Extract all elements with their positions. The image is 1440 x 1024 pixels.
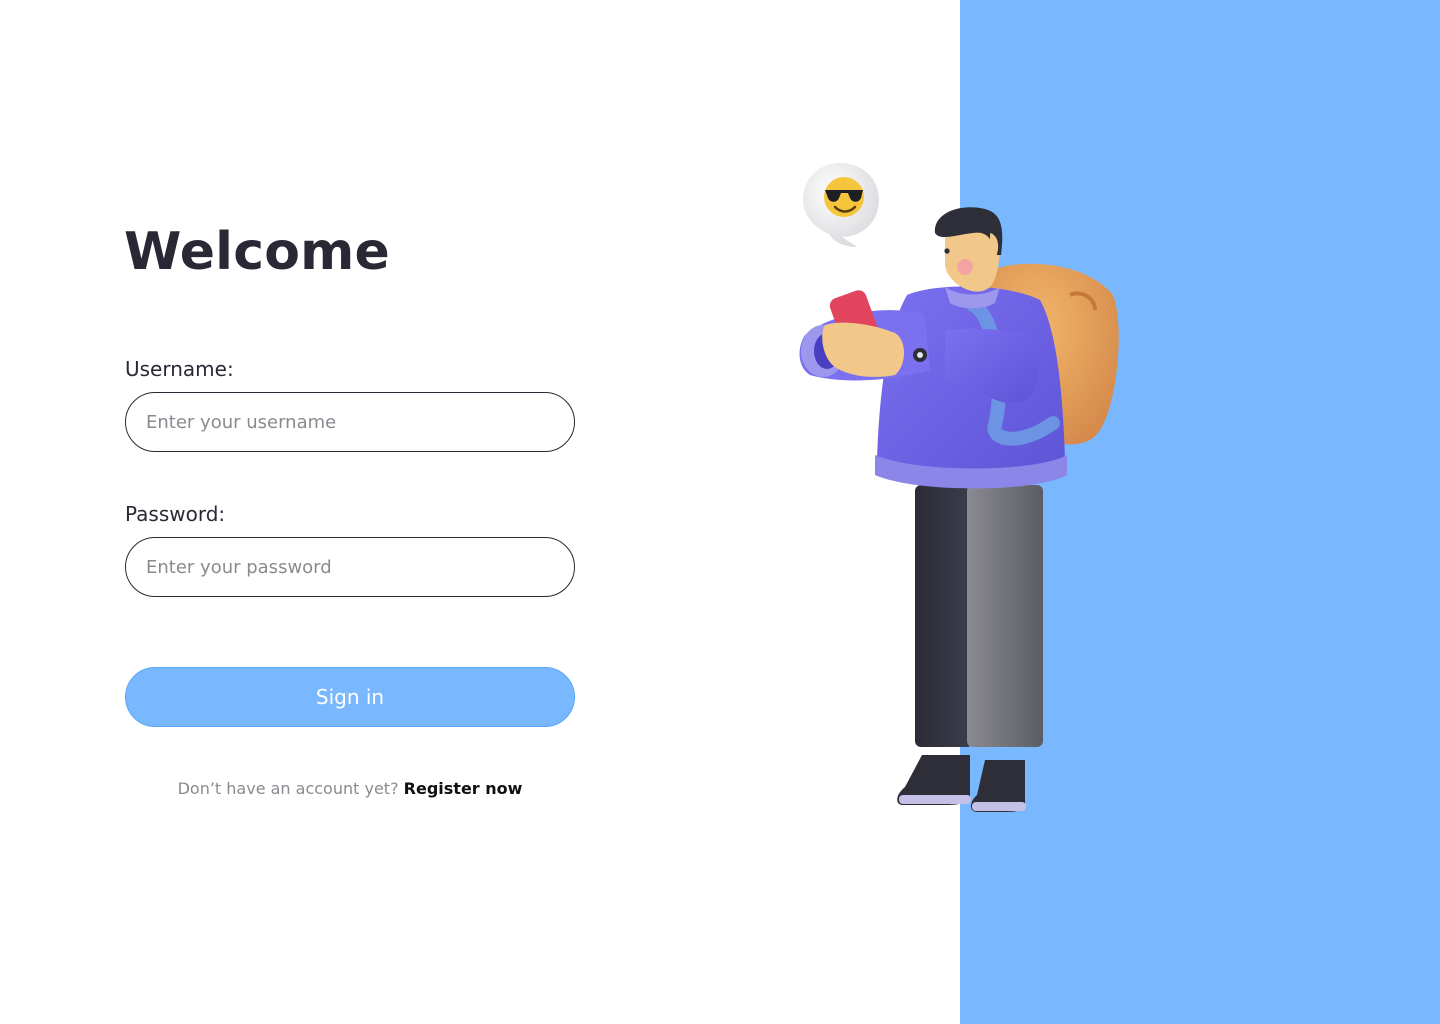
username-label: Username: bbox=[125, 357, 234, 381]
sign-in-button[interactable]: Sign in bbox=[125, 667, 575, 727]
username-input[interactable] bbox=[125, 392, 575, 452]
speech-bubble-icon bbox=[803, 163, 879, 247]
password-label: Password: bbox=[125, 502, 226, 526]
left-leg bbox=[915, 485, 973, 747]
page-title: Welcome bbox=[124, 222, 390, 282]
right-leg bbox=[967, 485, 1043, 747]
register-prompt-row: Don’t have an account yet? Register now bbox=[125, 779, 575, 798]
password-input[interactable] bbox=[125, 537, 575, 597]
person-with-phone-illustration bbox=[799, 163, 1119, 812]
register-now-link[interactable]: Register now bbox=[404, 779, 523, 798]
login-page: Welcome Username: Password: Sign in Don’… bbox=[0, 0, 1440, 1024]
register-prompt-text: Don’t have an account yet? bbox=[177, 779, 399, 798]
